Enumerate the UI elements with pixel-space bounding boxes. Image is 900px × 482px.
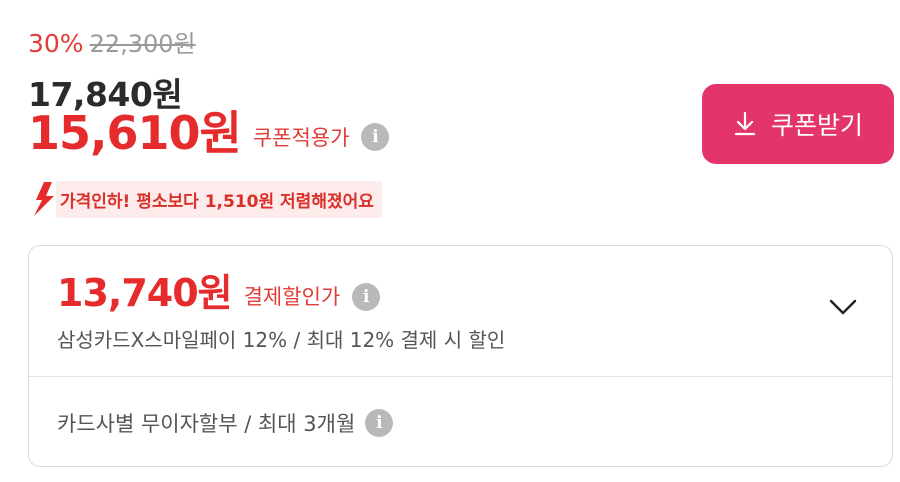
get-coupon-button[interactable]: 쿠폰받기 bbox=[702, 84, 894, 164]
payment-discount-card: 13,740원 결제할인가 i 삼성카드X스마일페이 12% / 최대 12% … bbox=[28, 245, 893, 467]
payment-discount-description: 삼성카드X스마일페이 12% / 최대 12% 결제 시 할인 bbox=[57, 328, 506, 352]
price-drop-notice: 가격인하! 평소보다 1,510원 저렴해졌어요 bbox=[28, 180, 382, 218]
price-drop-message: 가격인하! 평소보다 1,510원 저렴해졌어요 bbox=[56, 180, 382, 218]
discount-percent: 30% bbox=[28, 29, 84, 58]
get-coupon-label: 쿠폰받기 bbox=[770, 111, 863, 140]
info-icon[interactable]: i bbox=[365, 409, 394, 437]
price-down-arrow-icon bbox=[34, 182, 54, 216]
coupon-price-row: 15,610원 쿠폰적용가 i bbox=[28, 106, 390, 160]
original-price-row: 30% 22,300원 bbox=[28, 24, 196, 64]
coupon-price-label: 쿠폰적용가 bbox=[252, 126, 350, 150]
price-header: 30% 22,300원 bbox=[28, 24, 196, 64]
payment-price: 13,740원 bbox=[57, 271, 233, 315]
original-price: 22,300원 bbox=[89, 30, 196, 58]
payment-price-row: 13,740원 결제할인가 i bbox=[57, 271, 381, 315]
chevron-down-icon[interactable] bbox=[828, 298, 858, 316]
info-icon[interactable]: i bbox=[361, 123, 390, 151]
payment-discount-section[interactable]: 13,740원 결제할인가 i 삼성카드X스마일페이 12% / 최대 12% … bbox=[29, 246, 892, 377]
installment-info-row: 카드사별 무이자할부 / 최대 3개월 i bbox=[57, 408, 394, 438]
payment-price-label: 결제할인가 bbox=[243, 285, 341, 309]
coupon-price: 15,610원 bbox=[28, 106, 242, 160]
info-icon[interactable]: i bbox=[352, 283, 381, 311]
download-icon bbox=[734, 111, 756, 136]
installment-text: 카드사별 무이자할부 / 최대 3개월 bbox=[57, 412, 356, 436]
